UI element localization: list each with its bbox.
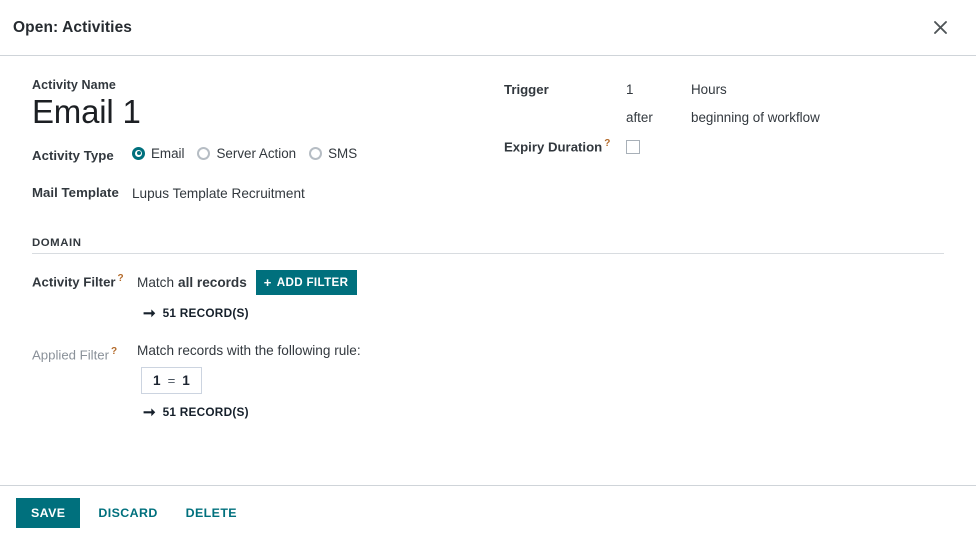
applied-filter-help-icon[interactable]: ?	[111, 346, 117, 357]
applied-filter-content: Match records with the following rule: 1…	[137, 343, 944, 420]
radio-indicator-server-action	[197, 147, 210, 160]
activity-filter-label: Activity Filter?	[32, 270, 137, 289]
expiry-duration-row: Expiry Duration?	[504, 138, 944, 157]
applied-filter-record-count: 51 RECORD(S)	[163, 405, 249, 419]
radio-option-email[interactable]: Email	[132, 146, 184, 161]
expiry-duration-help-icon[interactable]: ?	[604, 138, 610, 149]
activity-name-input[interactable]: Email 1	[32, 94, 504, 131]
activity-type-label: Activity Type	[32, 145, 132, 163]
rule-operator: =	[168, 373, 176, 388]
mail-template-value[interactable]: Lupus Template Recruitment	[132, 182, 305, 204]
radio-indicator-email	[132, 147, 145, 160]
right-column: Trigger 1 Hours after beginning of workf…	[504, 78, 944, 170]
activity-filter-record-link[interactable]: ➞ 51 RECORD(S)	[143, 306, 944, 321]
radio-indicator-sms	[309, 147, 322, 160]
domain-section-header: DOMAIN	[32, 237, 944, 254]
applied-filter-label-text: Applied Filter	[32, 347, 109, 362]
activity-filter-row: Activity Filter? Match all records + ADD…	[32, 270, 944, 321]
activity-type-radio-group: Email Server Action SMS	[132, 145, 357, 161]
trigger-interval-type[interactable]: Hours	[691, 82, 727, 97]
trigger-relative-row: after beginning of workflow	[504, 110, 944, 125]
domain-section-title: DOMAIN	[32, 237, 944, 253]
plus-icon: +	[264, 276, 272, 289]
dialog-body: Activity Name Email 1 Activity Type Emai…	[0, 56, 976, 485]
radio-label-server-action: Server Action	[216, 146, 296, 161]
page-title: Open: Activities	[13, 19, 925, 37]
radio-option-sms[interactable]: SMS	[309, 146, 357, 161]
trigger-relative-word: after	[626, 110, 691, 125]
activity-filter-match-line: Match all records + ADD FILTER	[137, 270, 944, 295]
save-button[interactable]: SAVE	[16, 498, 80, 528]
activity-filter-match-prefix: Match	[137, 275, 174, 290]
applied-filter-row: Applied Filter? Match records with the f…	[32, 343, 944, 420]
trigger-interval-number[interactable]: 1	[626, 82, 691, 97]
expiry-duration-label-text: Expiry Duration	[504, 139, 602, 154]
arrow-right-icon: ➞	[143, 306, 156, 321]
activity-type-row: Activity Type Email Server Action	[32, 145, 504, 173]
activity-dialog: Open: Activities Activity Name Email 1 A…	[0, 0, 976, 540]
expiry-duration-checkbox-cell	[626, 138, 691, 157]
arrow-right-icon: ➞	[143, 405, 156, 420]
radio-option-server-action[interactable]: Server Action	[197, 146, 296, 161]
discard-button[interactable]: DISCARD	[88, 498, 167, 528]
expiry-duration-checkbox[interactable]	[626, 140, 640, 154]
rule-left-operand: 1	[153, 373, 161, 388]
applied-filter-rule-intro: Match records with the following rule:	[137, 343, 944, 358]
activity-filter-label-text: Activity Filter	[32, 274, 116, 289]
activity-filter-help-icon[interactable]: ?	[118, 273, 124, 284]
rule-right-operand: 1	[182, 373, 190, 388]
mail-template-row: Mail Template Lupus Template Recruitment	[32, 182, 504, 210]
trigger-point-value[interactable]: beginning of workflow	[691, 110, 820, 125]
section-divider	[32, 253, 944, 254]
applied-filter-rule-box[interactable]: 1 = 1	[141, 367, 202, 394]
close-icon[interactable]	[925, 13, 955, 43]
expiry-duration-label: Expiry Duration?	[504, 138, 626, 154]
activity-filter-match-value[interactable]: all records	[178, 275, 247, 290]
delete-button[interactable]: DELETE	[176, 498, 247, 528]
add-filter-button[interactable]: + ADD FILTER	[256, 270, 358, 295]
trigger-row: Trigger 1 Hours	[504, 82, 944, 97]
radio-label-email: Email	[151, 146, 184, 161]
dialog-header: Open: Activities	[0, 0, 976, 56]
applied-filter-record-link[interactable]: ➞ 51 RECORD(S)	[143, 405, 944, 420]
dialog-footer: SAVE DISCARD DELETE	[0, 485, 976, 540]
activity-filter-content: Match all records + ADD FILTER ➞ 51 RECO…	[137, 270, 944, 321]
applied-filter-label: Applied Filter?	[32, 343, 137, 362]
left-column: Activity Name Email 1 Activity Type Emai…	[32, 78, 504, 219]
top-fields-grid: Activity Name Email 1 Activity Type Emai…	[32, 78, 944, 219]
activity-name-label: Activity Name	[32, 78, 504, 92]
mail-template-label: Mail Template	[32, 182, 132, 200]
trigger-label: Trigger	[504, 82, 626, 97]
activity-filter-record-count: 51 RECORD(S)	[163, 306, 249, 320]
activity-name-block: Activity Name Email 1	[32, 78, 504, 131]
add-filter-button-label: ADD FILTER	[277, 277, 349, 289]
radio-label-sms: SMS	[328, 146, 357, 161]
